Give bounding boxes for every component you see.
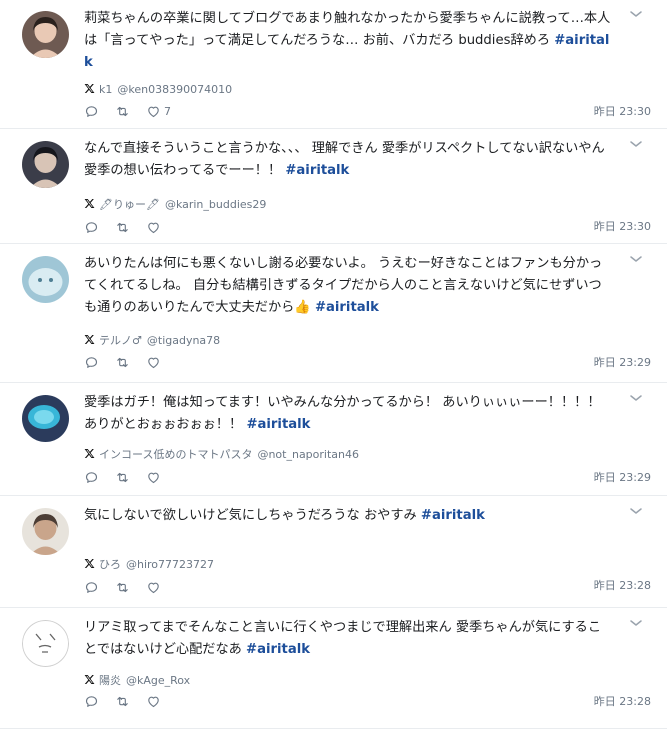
post-text: リアミ取ってまでそんなこと言いに行くやつまじで理解出来ん 愛季ちゃんが気にするこ… [84, 617, 614, 661]
post-item: あいりたんは何にも悪くないし謝る必要ないよ。 うえむー好きなことはファンも分かっ… [0, 245, 667, 383]
post-actions [84, 580, 184, 596]
author-name[interactable]: 陽炎 [99, 674, 121, 687]
chevron-down-icon[interactable] [629, 138, 643, 150]
x-logo-icon [84, 198, 95, 209]
chevron-down-icon[interactable] [629, 505, 643, 517]
avatar[interactable] [22, 256, 69, 303]
hashtag-link[interactable]: #airitalk [246, 642, 310, 657]
repost-icon[interactable] [115, 470, 130, 486]
author-handle[interactable]: @not_naporitan46 [257, 448, 359, 461]
post-author[interactable]: ひろ @hiro77723727 [84, 557, 214, 573]
heart-icon[interactable] [146, 694, 161, 710]
repost-icon[interactable] [115, 220, 130, 236]
x-logo-icon [84, 558, 95, 569]
heart-icon[interactable] [146, 355, 161, 371]
post-text: なんで直接そういうこと言うかな、、、 理解できん 愛季がリスペクトしてない訳ない… [84, 138, 614, 182]
post-actions [84, 694, 184, 710]
post-feed: 莉菜ちゃんの卒業に関してブログであまり触れなかったから愛季ちゃんに説教って…本人… [0, 0, 667, 729]
heart-icon[interactable] [146, 470, 161, 486]
post-text: 愛季はガチ！俺は知ってます！いやみんな分かってるから！ あいりぃぃぃーー！！！！… [84, 392, 614, 436]
avatar[interactable] [22, 620, 69, 667]
hashtag-link[interactable]: #airitalk [315, 300, 379, 315]
reply-icon[interactable] [84, 355, 99, 371]
reply-icon[interactable] [84, 694, 99, 710]
reply-icon[interactable] [84, 220, 99, 236]
post-actions [84, 220, 184, 236]
x-logo-icon [84, 83, 95, 94]
post-actions [84, 470, 184, 486]
repost-icon[interactable] [115, 694, 130, 710]
avatar[interactable] [22, 508, 69, 555]
chevron-down-icon[interactable] [629, 8, 643, 20]
post-text: 莉菜ちゃんの卒業に関してブログであまり触れなかったから愛季ちゃんに説教って…本人… [84, 8, 614, 74]
post-item: 愛季はガチ！俺は知ってます！いやみんな分かってるから！ あいりぃぃぃーー！！！！… [0, 384, 667, 496]
post-item: 気にしないで欲しいけど気にしちゃうだろうな おやすみ #airitalk ひろ @h… [0, 497, 667, 608]
post-actions: 7 [84, 104, 184, 120]
repost-icon[interactable] [115, 355, 130, 371]
author-name[interactable]: 🖊りゅー🖊 [99, 198, 160, 211]
post-body: 莉菜ちゃんの卒業に関してブログであまり触れなかったから愛季ちゃんに説教って…本人… [84, 11, 611, 48]
reply-icon[interactable] [84, 470, 99, 486]
post-author[interactable]: 🖊りゅー🖊 @karin_buddies29 [84, 197, 266, 213]
avatar[interactable] [22, 141, 69, 188]
avatar[interactable] [22, 11, 69, 58]
reply-icon[interactable] [84, 104, 99, 120]
x-logo-icon [84, 674, 95, 685]
repost-icon[interactable] [115, 580, 130, 596]
post-actions [84, 355, 184, 371]
avatar[interactable] [22, 395, 69, 442]
heart-icon[interactable] [146, 220, 161, 236]
author-name[interactable]: k1 [99, 83, 112, 96]
post-text: あいりたんは何にも悪くないし謝る必要ないよ。 うえむー好きなことはファンも分かっ… [84, 253, 614, 319]
post-timestamp[interactable]: 昨日 23:28 [594, 578, 651, 594]
reply-icon[interactable] [84, 580, 99, 596]
author-handle[interactable]: @karin_buddies29 [165, 198, 266, 211]
post-author[interactable]: インコース低めのトマトパスタ @not_naporitan46 [84, 447, 359, 463]
x-logo-icon [84, 334, 95, 345]
post-body: リアミ取ってまでそんなこと言いに行くやつまじで理解出来ん 愛季ちゃんが気にするこ… [84, 620, 602, 657]
post-item: リアミ取ってまでそんなこと言いに行くやつまじで理解出来ん 愛季ちゃんが気にするこ… [0, 609, 667, 729]
post-timestamp[interactable]: 昨日 23:29 [594, 355, 651, 371]
author-handle[interactable]: @hiro77723727 [126, 558, 214, 571]
like-count: 7 [164, 105, 171, 118]
post-author[interactable]: 陽炎 @kAge_Rox [84, 673, 190, 689]
author-name[interactable]: ひろ [99, 558, 121, 571]
author-handle[interactable]: @tigadyna78 [147, 334, 220, 347]
post-author[interactable]: テルノ♂ @tigadyna78 [84, 333, 220, 349]
hashtag-link[interactable]: #airitalk [285, 163, 349, 178]
post-text: 気にしないで欲しいけど気にしちゃうだろうな おやすみ #airitalk [84, 505, 614, 527]
author-name[interactable]: インコース低めのトマトパスタ [99, 448, 252, 461]
heart-icon[interactable] [146, 104, 161, 120]
author-handle[interactable]: @kAge_Rox [126, 674, 190, 687]
post-timestamp[interactable]: 昨日 23:30 [594, 219, 651, 235]
chevron-down-icon[interactable] [629, 617, 643, 629]
author-name[interactable]: テルノ♂ [99, 334, 142, 347]
post-body: 愛季はガチ！俺は知ってます！いやみんな分かってるから！ あいりぃぃぃーー！！！！… [84, 395, 601, 432]
post-timestamp[interactable]: 昨日 23:29 [594, 470, 651, 486]
repost-icon[interactable] [115, 104, 130, 120]
x-logo-icon [84, 448, 95, 459]
post-timestamp[interactable]: 昨日 23:30 [594, 104, 651, 120]
hashtag-link[interactable]: #airitalk [246, 417, 310, 432]
hashtag-link[interactable]: #airitalk [421, 508, 485, 523]
post-item: なんで直接そういうこと言うかな、、、 理解できん 愛季がリスペクトしてない訳ない… [0, 130, 667, 244]
post-timestamp[interactable]: 昨日 23:28 [594, 694, 651, 710]
chevron-down-icon[interactable] [629, 392, 643, 404]
heart-icon[interactable] [146, 580, 161, 596]
author-handle[interactable]: @ken038390074010 [117, 83, 232, 96]
chevron-down-icon[interactable] [629, 253, 643, 265]
post-body: 気にしないで欲しいけど気にしちゃうだろうな おやすみ [84, 508, 421, 523]
post-author[interactable]: k1 @ken038390074010 [84, 82, 232, 98]
post-item: 莉菜ちゃんの卒業に関してブログであまり触れなかったから愛季ちゃんに説教って…本人… [0, 0, 667, 129]
